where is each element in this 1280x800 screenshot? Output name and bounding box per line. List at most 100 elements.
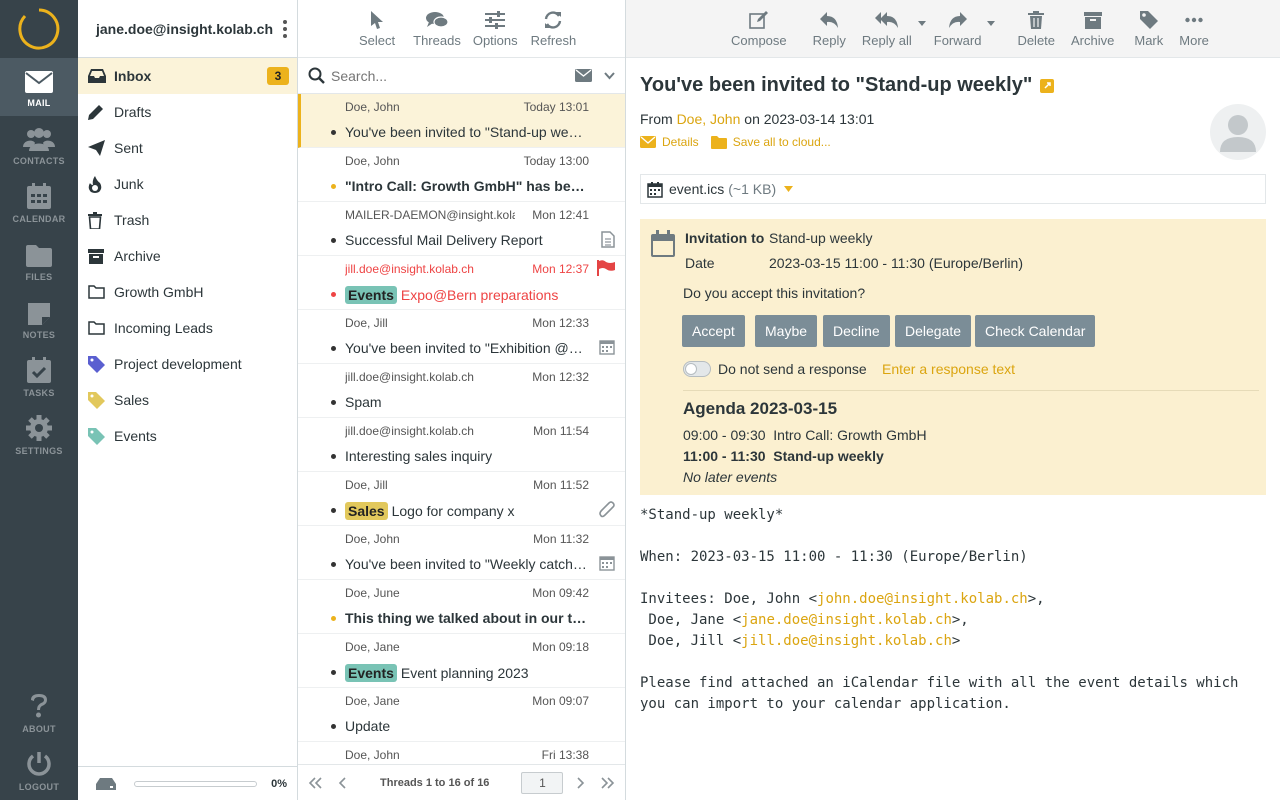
maybe-button[interactable]: Maybe bbox=[755, 315, 818, 347]
nav-calendar[interactable]: CALENDAR bbox=[0, 174, 78, 232]
last-page-icon[interactable] bbox=[601, 776, 615, 789]
nav-files[interactable]: FILES bbox=[0, 232, 78, 290]
threads-button[interactable]: Threads bbox=[413, 11, 461, 48]
sender-link[interactable]: Doe, John bbox=[677, 111, 741, 127]
thread-count: Threads 1 to 16 of 16 bbox=[380, 776, 490, 789]
page-input[interactable]: 1 bbox=[521, 771, 564, 794]
open-external-icon[interactable] bbox=[1040, 78, 1055, 93]
inbox-icon bbox=[88, 69, 114, 83]
folder-archive[interactable]: Archive bbox=[78, 238, 297, 274]
folder-drafts[interactable]: Drafts bbox=[78, 94, 297, 130]
folder-inbox[interactable]: Inbox 3 bbox=[78, 58, 297, 94]
no-response-toggle[interactable] bbox=[683, 361, 711, 377]
options-button[interactable]: Options bbox=[473, 11, 518, 48]
nav-notes[interactable]: NOTES bbox=[0, 290, 78, 348]
folder-icon bbox=[710, 135, 727, 149]
folder-junk[interactable]: Junk bbox=[78, 166, 297, 202]
envelope-filter-icon[interactable] bbox=[575, 69, 592, 82]
first-page-icon[interactable] bbox=[308, 776, 322, 789]
folder-events[interactable]: Events bbox=[78, 418, 297, 454]
search-input[interactable] bbox=[331, 67, 575, 84]
folder-trash[interactable]: Trash bbox=[78, 202, 297, 238]
message-title: You've been invited to "Stand-up weekly" bbox=[640, 74, 1055, 97]
email-link[interactable]: john.doe@insight.kolab.ch bbox=[817, 591, 1028, 607]
reply-all-dropdown-icon[interactable] bbox=[917, 21, 926, 26]
tasks-icon bbox=[27, 357, 51, 383]
accept-button[interactable]: Accept bbox=[682, 315, 745, 347]
decline-button[interactable]: Decline bbox=[823, 315, 890, 347]
nav-tasks[interactable]: TASKS bbox=[0, 348, 78, 406]
delegate-button[interactable]: Delegate bbox=[895, 315, 972, 347]
details-link[interactable]: Details bbox=[662, 135, 699, 149]
attachment-bar[interactable]: event.ics (~1 KB) bbox=[640, 174, 1266, 204]
nav-logout[interactable]: LOGOUT bbox=[0, 742, 78, 800]
message-row[interactable]: jill.doe@insight.kolab.ch Mon 12:32 Spam bbox=[298, 364, 625, 418]
forward-dropdown-icon[interactable] bbox=[987, 21, 996, 26]
body-line: you can import to your calendar applicat… bbox=[640, 696, 1011, 712]
message-row[interactable]: Doe, John Fri 13:38 bbox=[298, 742, 625, 764]
message-date: Mon 09:18 bbox=[532, 640, 589, 654]
message-row[interactable]: Doe, John Today 13:01 You've been invite… bbox=[298, 94, 625, 148]
caret-down-icon[interactable] bbox=[784, 186, 794, 192]
message-row[interactable]: Doe, John Mon 11:32 You've been invited … bbox=[298, 526, 625, 580]
response-text-link[interactable]: Enter a response text bbox=[882, 361, 1015, 377]
contacts-icon bbox=[23, 127, 55, 151]
message-rows: Doe, John Today 13:01 You've been invite… bbox=[298, 94, 625, 764]
folder-growth-gmbh[interactable]: Growth GmbH bbox=[78, 274, 297, 310]
more-vertical-icon[interactable] bbox=[281, 19, 289, 38]
message-row[interactable]: MAILER-DAEMON@insight.kolab.ch Mon 12:41… bbox=[298, 202, 625, 256]
delete-button[interactable]: Delete bbox=[1017, 11, 1055, 48]
next-page-icon[interactable] bbox=[577, 776, 585, 789]
compose-icon bbox=[749, 11, 769, 29]
attachment-name[interactable]: event.ics bbox=[669, 181, 724, 197]
message-from: Doe, Jane bbox=[345, 640, 400, 654]
nav-mail[interactable]: MAIL bbox=[0, 58, 78, 116]
email-link[interactable]: jill.doe@insight.kolab.ch bbox=[741, 633, 952, 649]
message-row[interactable]: Doe, Jill Mon 11:52 Sales Logo for compan… bbox=[298, 472, 625, 526]
folder-incoming-leads[interactable]: Incoming Leads bbox=[78, 310, 297, 346]
forward-button[interactable]: Forward bbox=[934, 11, 981, 48]
button-label: Refresh bbox=[530, 33, 577, 48]
mark-button[interactable]: Mark bbox=[1134, 11, 1163, 48]
archive-button[interactable]: Archive bbox=[1071, 12, 1114, 48]
invitation-question: Do you accept this invitation? bbox=[683, 285, 866, 301]
invitation-label: Invitation to bbox=[685, 230, 765, 246]
save-to-cloud-link[interactable]: Save all to cloud... bbox=[733, 135, 831, 149]
message-row[interactable]: jill.doe@insight.kolab.ch Mon 11:54 Inte… bbox=[298, 418, 625, 472]
message-row[interactable]: Doe, Jane Mon 09:18 Events Event planning… bbox=[298, 634, 625, 688]
more-icon bbox=[1185, 11, 1203, 29]
nav-about[interactable]: ABOUT bbox=[0, 684, 78, 742]
invitation-box: Invitation to Stand-up weekly Date 2023-… bbox=[640, 219, 1266, 495]
prev-page-icon[interactable] bbox=[338, 776, 346, 789]
more-button[interactable]: More bbox=[1179, 11, 1209, 48]
flag-icon[interactable] bbox=[597, 260, 615, 276]
folder-project-development[interactable]: Project development bbox=[78, 346, 297, 382]
kolab-logo[interactable] bbox=[0, 0, 78, 58]
compose-button[interactable]: Compose bbox=[731, 11, 787, 48]
message-subject: Spam bbox=[345, 394, 382, 410]
chevron-down-icon[interactable] bbox=[604, 71, 615, 80]
nav-label: CONTACTS bbox=[13, 156, 65, 166]
email-link[interactable]: jane.doe@insight.kolab.ch bbox=[741, 612, 952, 628]
message-date: Mon 11:32 bbox=[533, 532, 589, 546]
user-email: jane.doe@insight.kolab.ch bbox=[95, 20, 273, 37]
message-row[interactable]: Doe, Jill Mon 12:33 You've been invited … bbox=[298, 310, 625, 364]
list-footer: Threads 1 to 16 of 16 1 bbox=[298, 764, 625, 800]
refresh-button[interactable]: Refresh bbox=[530, 11, 577, 48]
nav-contacts[interactable]: CONTACTS bbox=[0, 116, 78, 174]
message-row[interactable]: Doe, June Mon 09:42 This thing we talked… bbox=[298, 580, 625, 634]
folder-sent[interactable]: Sent bbox=[78, 130, 297, 166]
folder-label: Incoming Leads bbox=[114, 320, 213, 336]
message-row[interactable]: Doe, John Today 13:00 "Intro Call: Growt… bbox=[298, 148, 625, 202]
check-calendar-button[interactable]: Check Calendar bbox=[975, 315, 1096, 347]
message-row[interactable]: Doe, Jane Mon 09:07 Update bbox=[298, 688, 625, 742]
select-button[interactable]: Select bbox=[359, 11, 395, 48]
message-row[interactable]: jill.doe@insight.kolab.ch Mon 12:37 Even… bbox=[298, 256, 625, 310]
reply-all-button[interactable]: Reply all bbox=[862, 11, 912, 48]
message-from: Doe, John bbox=[345, 100, 400, 114]
folder-sales[interactable]: Sales bbox=[78, 382, 297, 418]
nav-settings[interactable]: SETTINGS bbox=[0, 406, 78, 464]
reply-button[interactable]: Reply bbox=[813, 11, 846, 48]
button-label: Archive bbox=[1071, 33, 1115, 48]
button-label: Threads bbox=[413, 33, 461, 48]
